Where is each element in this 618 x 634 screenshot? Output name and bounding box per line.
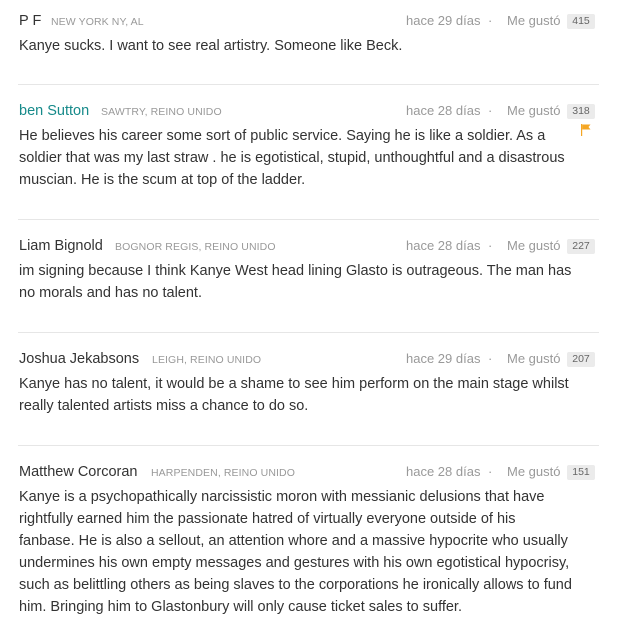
author-location: NEW YORK NY, AL: [51, 16, 144, 28]
like-count-badge: 318: [567, 104, 595, 119]
comment-divider: [18, 219, 599, 220]
time-ago-link[interactable]: hace 29 días: [406, 11, 480, 31]
time-ago-link[interactable]: hace 28 días: [406, 236, 480, 256]
author-location: LEIGH, REINO UNIDO: [152, 354, 262, 366]
comment-item: Liam Bignold BOGNOR REGIS, REINO UNIDO h…: [18, 236, 600, 301]
like-button[interactable]: Me gustó: [507, 11, 560, 31]
comment-text: Kanye has no talent, it would be a shame…: [19, 376, 569, 414]
flag-icon[interactable]: [580, 123, 592, 137]
like-button[interactable]: Me gustó: [507, 236, 560, 256]
time-ago-link[interactable]: hace 29 días: [406, 349, 480, 369]
author-location: SAWTRY, REINO UNIDO: [101, 106, 222, 118]
comment-item: P F NEW YORK NY, AL hace 29 días · Me gu…: [18, 11, 600, 54]
comment-meta: Matthew Corcoran HARPENDEN, REINO UNIDO …: [18, 462, 600, 482]
author-name[interactable]: Matthew Corcoran: [19, 462, 137, 482]
like-count-badge: 415: [567, 14, 595, 29]
like-count-badge: 151: [567, 465, 595, 480]
author-location: BOGNOR REGIS, REINO UNIDO: [115, 241, 276, 253]
time-ago-link[interactable]: hace 28 días: [406, 462, 480, 482]
like-count-badge: 227: [567, 239, 595, 254]
comment-item: ben Sutton SAWTRY, REINO UNIDO hace 28 d…: [18, 101, 600, 188]
comment-text: Kanye sucks. I want to see real artistry…: [19, 38, 403, 54]
meta-separator: ·: [488, 238, 493, 253]
author-name[interactable]: ben Sutton: [19, 101, 89, 121]
author-name[interactable]: Liam Bignold: [19, 236, 103, 256]
author-name[interactable]: P F: [19, 11, 41, 31]
comment-text: Kanye is a psychopathically narcissistic…: [19, 489, 572, 615]
meta-separator: ·: [488, 464, 493, 479]
meta-separator: ·: [488, 351, 493, 366]
comment-text: im signing because I think Kanye West he…: [19, 263, 572, 301]
meta-separator: ·: [488, 103, 493, 118]
like-button[interactable]: Me gustó: [507, 349, 560, 369]
comment-item: Matthew Corcoran HARPENDEN, REINO UNIDO …: [18, 462, 600, 615]
like-button[interactable]: Me gustó: [507, 462, 560, 482]
like-button[interactable]: Me gustó: [507, 101, 560, 121]
like-count-badge: 207: [567, 352, 595, 367]
comment-divider: [18, 332, 599, 333]
comment-divider: [18, 84, 599, 85]
author-name[interactable]: Joshua Jekabsons: [19, 349, 139, 369]
author-location: HARPENDEN, REINO UNIDO: [151, 467, 295, 479]
comment-meta: Liam Bignold BOGNOR REGIS, REINO UNIDO h…: [18, 236, 600, 256]
time-ago-link[interactable]: hace 28 días: [406, 101, 480, 121]
comment-text: He believes his career some sort of publ…: [19, 128, 565, 188]
comment-meta: P F NEW YORK NY, AL hace 29 días · Me gu…: [18, 11, 600, 31]
meta-separator: ·: [488, 13, 493, 28]
comment-item: Joshua Jekabsons LEIGH, REINO UNIDO hace…: [18, 349, 600, 414]
comment-divider: [18, 445, 599, 446]
comment-meta: ben Sutton SAWTRY, REINO UNIDO hace 28 d…: [18, 101, 600, 121]
comment-meta: Joshua Jekabsons LEIGH, REINO UNIDO hace…: [18, 349, 600, 369]
